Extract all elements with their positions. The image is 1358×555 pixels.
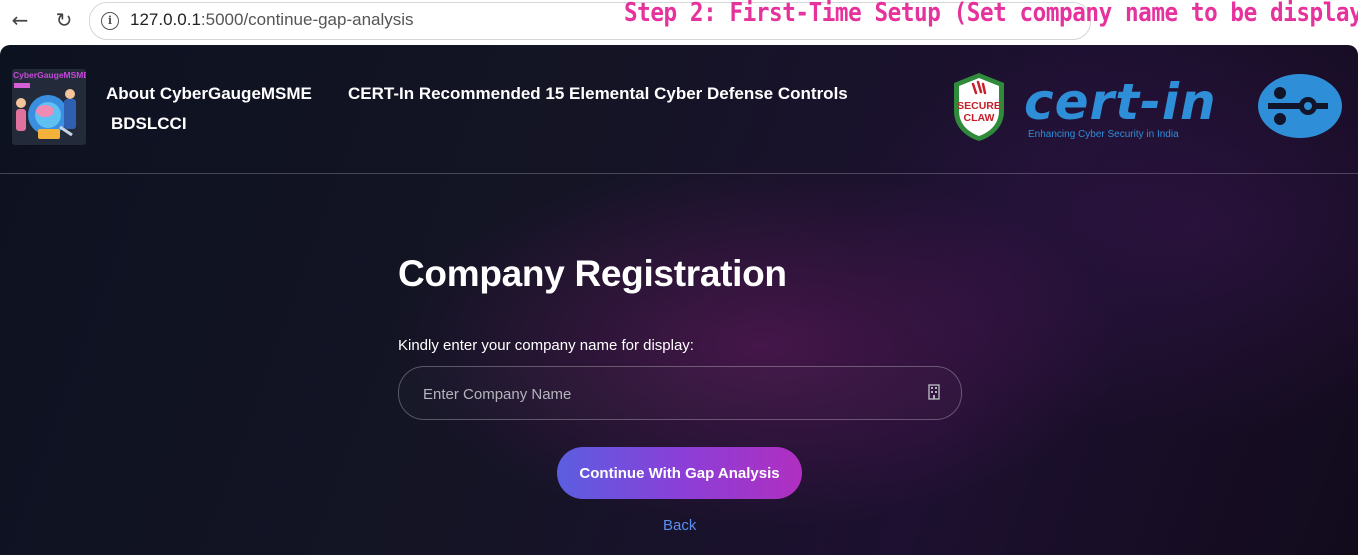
page-title: Company Registration — [398, 253, 787, 294]
url-text[interactable]: 127.0.0.1:5000/continue-gap-analysis — [130, 10, 414, 30]
certin-tagline: Enhancing Cyber Security in India — [1028, 129, 1179, 140]
logo-title: CyberGaugeMSME — [13, 70, 86, 80]
continue-gap-analysis-button[interactable]: Continue With Gap Analysis — [557, 447, 802, 499]
app-page: CyberGaugeMSME About CyberGaugeMSME CERT… — [0, 45, 1358, 555]
company-name-input[interactable] — [421, 367, 905, 421]
nav-cert-in-controls[interactable]: CERT-In Recommended 15 Elemental Cyber D… — [348, 84, 848, 104]
building-icon — [928, 384, 940, 400]
back-arrow-icon[interactable]: ← — [8, 8, 32, 32]
badge-line1: SECURE — [957, 100, 1001, 112]
company-name-field[interactable] — [398, 366, 962, 421]
url-host: 127.0.0.1 — [130, 10, 201, 29]
nav-about[interactable]: About CyberGaugeMSME — [106, 84, 312, 104]
certin-wordmark: cert-in — [1024, 73, 1217, 131]
secure-claw-badge-icon: SECURE CLAW — [954, 73, 1004, 141]
company-name-label: Kindly enter your company name for displ… — [398, 337, 694, 354]
site-header: CyberGaugeMSME About CyberGaugeMSME CERT… — [0, 45, 1358, 174]
logo-illustration-icon — [14, 83, 76, 139]
url-path: :5000/continue-gap-analysis — [200, 10, 414, 29]
certin-logo: cert-in Enhancing Cyber Security in Indi… — [1024, 73, 1342, 140]
reload-icon[interactable]: ↻ — [52, 8, 76, 32]
app-logo[interactable]: CyberGaugeMSME — [12, 69, 86, 145]
badge-line2: CLAW — [964, 112, 995, 124]
step-caption: Step 2: First-Time Setup (Set company na… — [624, 0, 1358, 28]
nav-bdslcci[interactable]: BDSLCCI — [111, 114, 187, 134]
back-link[interactable]: Back — [663, 517, 696, 534]
site-info-icon[interactable]: i — [101, 12, 119, 30]
